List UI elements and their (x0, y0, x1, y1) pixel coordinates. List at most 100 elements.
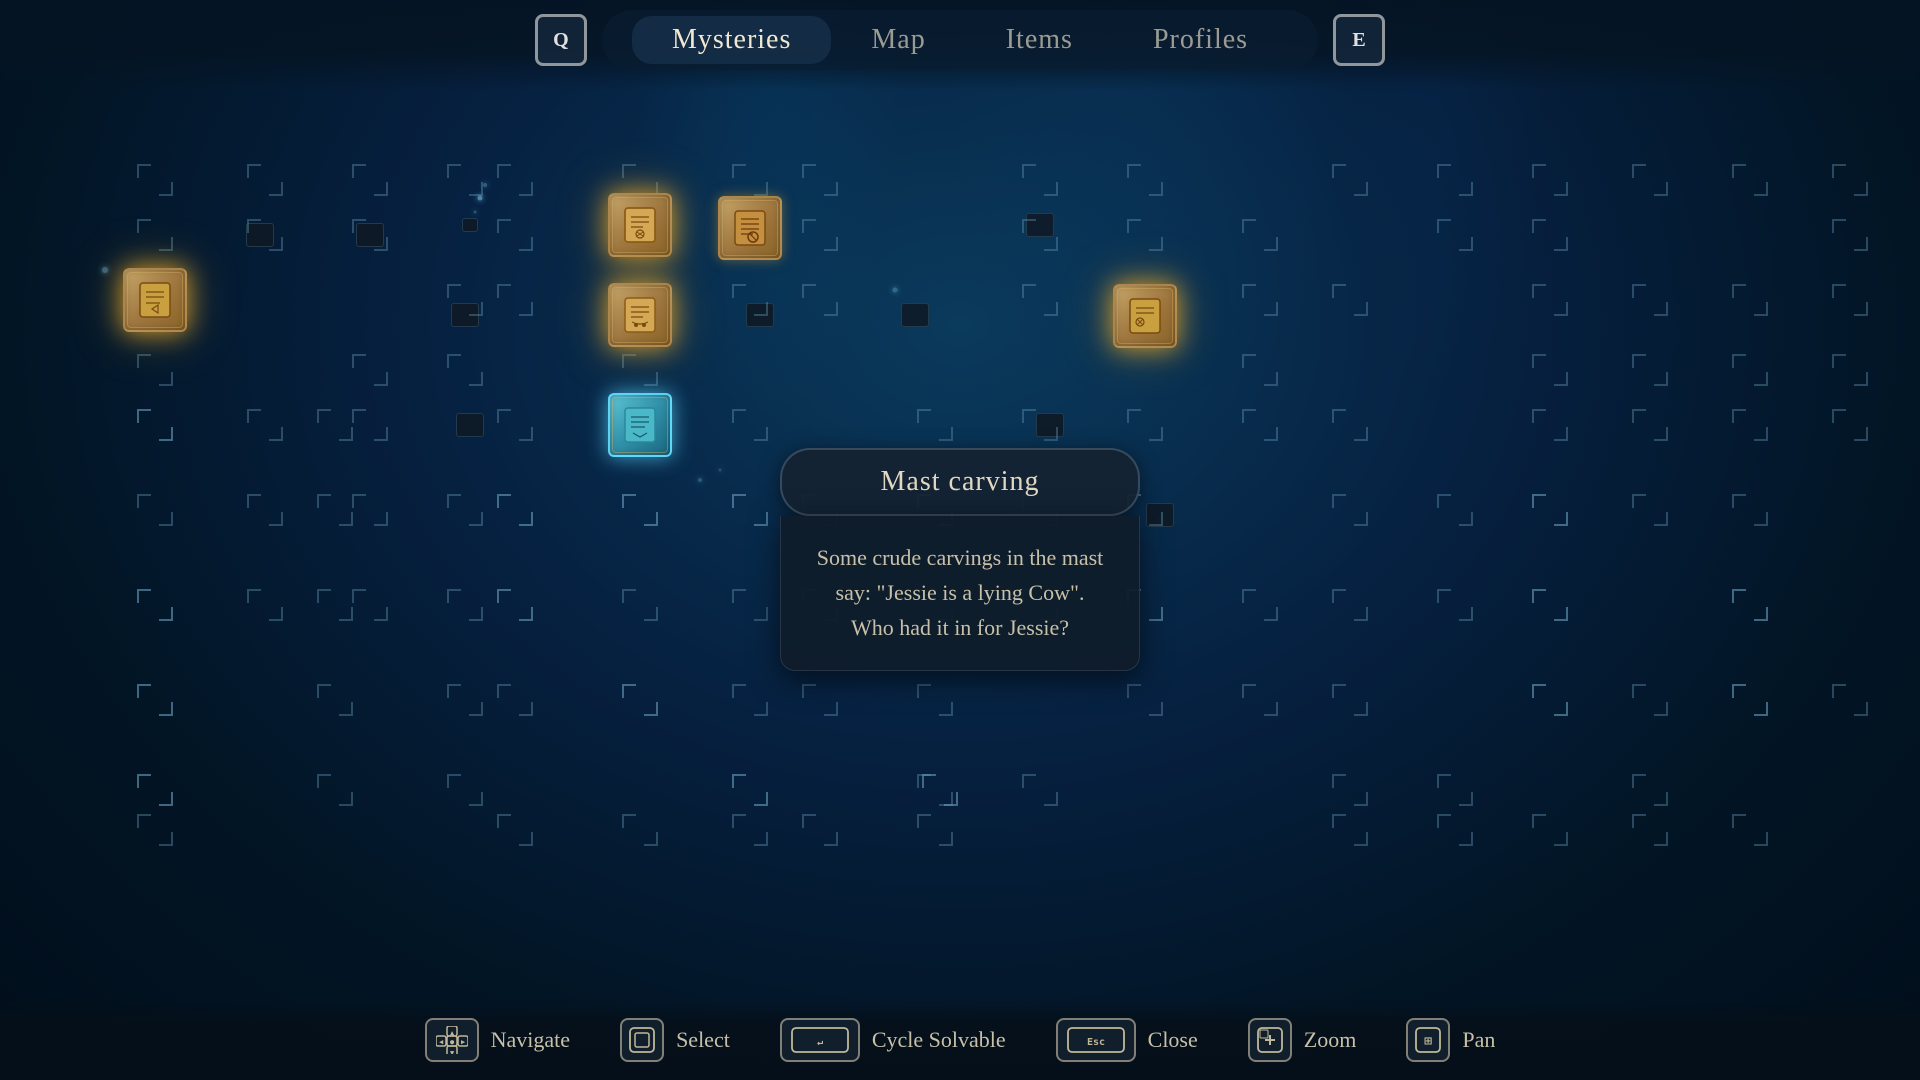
grid-slot (1332, 774, 1368, 806)
grid-slot (1022, 164, 1058, 196)
grid-slot (1832, 164, 1868, 196)
clue-card-selected[interactable] (608, 393, 672, 457)
grid-slot (1242, 219, 1278, 251)
grid-slot (1632, 409, 1668, 441)
tab-map[interactable]: Map (831, 16, 965, 64)
dark-clue[interactable] (456, 413, 484, 437)
dark-clue[interactable] (901, 303, 929, 327)
grid-slot (1532, 494, 1568, 526)
svg-text:▶: ▶ (461, 1038, 466, 1046)
grid-slot (247, 219, 283, 251)
clue-card[interactable] (1113, 284, 1177, 348)
bottom-hud: ▲ ◀ ● ▶ ▼ Navigate Select ↵ Cycle Solvab… (0, 1000, 1920, 1080)
grid-slot (447, 494, 483, 526)
grid-slot (137, 409, 173, 441)
bubble (474, 211, 477, 214)
grid-slot (137, 164, 173, 196)
grid-slot (1532, 684, 1568, 716)
svg-text:⊞: ⊞ (1424, 1034, 1432, 1049)
hud-zoom-label: Zoom (1304, 1027, 1357, 1053)
connection-lines (0, 80, 300, 230)
clue-card[interactable] (123, 268, 187, 332)
grid-slot (447, 774, 483, 806)
grid-slot (802, 284, 838, 316)
grid-slot (1532, 164, 1568, 196)
clue-card[interactable] (718, 196, 782, 260)
hud-zoom: Zoom (1248, 1018, 1357, 1062)
hud-key-esc: Esc (1056, 1018, 1136, 1062)
grid-slot (1632, 684, 1668, 716)
grid-slot (317, 589, 353, 621)
grid-slot (1022, 219, 1058, 251)
grid-slot (1632, 284, 1668, 316)
grid-slot (1732, 814, 1768, 846)
grid-slot (1632, 164, 1668, 196)
grid-slot (732, 409, 768, 441)
grid-slot (1532, 284, 1568, 316)
clue-card[interactable] (608, 193, 672, 257)
grid-slot (1532, 354, 1568, 386)
grid-slot (1242, 409, 1278, 441)
hud-select-label: Select (676, 1027, 730, 1053)
grid-slot (352, 219, 388, 251)
nav-key-e[interactable]: E (1333, 14, 1385, 66)
grid-slot (622, 164, 658, 196)
grid-slot (247, 409, 283, 441)
grid-slot (917, 409, 953, 441)
hud-navigate: ▲ ◀ ● ▶ ▼ Navigate (425, 1018, 570, 1062)
nav-key-q[interactable]: Q (535, 14, 587, 66)
grid-slot (352, 354, 388, 386)
bubble (483, 183, 487, 187)
tab-items[interactable]: Items (966, 16, 1113, 64)
grid-slot (1242, 589, 1278, 621)
grid-slot (1732, 589, 1768, 621)
grid-slot (1127, 684, 1163, 716)
grid-slot (317, 494, 353, 526)
grid-slot (917, 774, 953, 806)
grid-slot (317, 684, 353, 716)
grid-slot (352, 589, 388, 621)
grid-slot (247, 589, 283, 621)
mystery-board[interactable]: Mast carving Some crude carvings in the … (0, 80, 1920, 1000)
grid-slot (1832, 219, 1868, 251)
grid-slot (732, 494, 768, 526)
grid-slot (1332, 684, 1368, 716)
grid-slot (317, 409, 353, 441)
grid-slot (317, 774, 353, 806)
bubble (719, 469, 722, 472)
grid-slot (1332, 164, 1368, 196)
grid-slot (1332, 494, 1368, 526)
clue-card[interactable] (608, 283, 672, 347)
grid-slot (1332, 409, 1368, 441)
grid-slot (1632, 494, 1668, 526)
grid-slot (1732, 684, 1768, 716)
grid-slot (1532, 409, 1568, 441)
tab-mysteries[interactable]: Mysteries (632, 16, 831, 64)
grid-slot (447, 589, 483, 621)
dark-clue[interactable] (462, 218, 478, 232)
grid-slot (1732, 354, 1768, 386)
grid-slot (1532, 589, 1568, 621)
grid-slot (1732, 494, 1768, 526)
grid-slot (1127, 219, 1163, 251)
nav-tabs: Mysteries Map Items Profiles (602, 10, 1318, 70)
svg-text:▼: ▼ (450, 1049, 455, 1054)
hud-key-select (620, 1018, 664, 1062)
grid-slot (622, 814, 658, 846)
grid-slot (1632, 774, 1668, 806)
tooltip-title: Mast carving (780, 448, 1140, 516)
grid-slot (497, 284, 533, 316)
grid-slot (137, 354, 173, 386)
tab-profiles[interactable]: Profiles (1113, 16, 1288, 64)
grid-slot (447, 164, 483, 196)
grid-slot (352, 409, 388, 441)
grid-slot (1022, 774, 1058, 806)
grid-slot (497, 219, 533, 251)
grid-slot (137, 219, 173, 251)
grid-slot (137, 774, 173, 806)
grid-slot (1332, 814, 1368, 846)
grid-slot (1437, 494, 1473, 526)
grid-slot (1242, 284, 1278, 316)
grid-slot (352, 494, 388, 526)
grid-slot (1437, 589, 1473, 621)
